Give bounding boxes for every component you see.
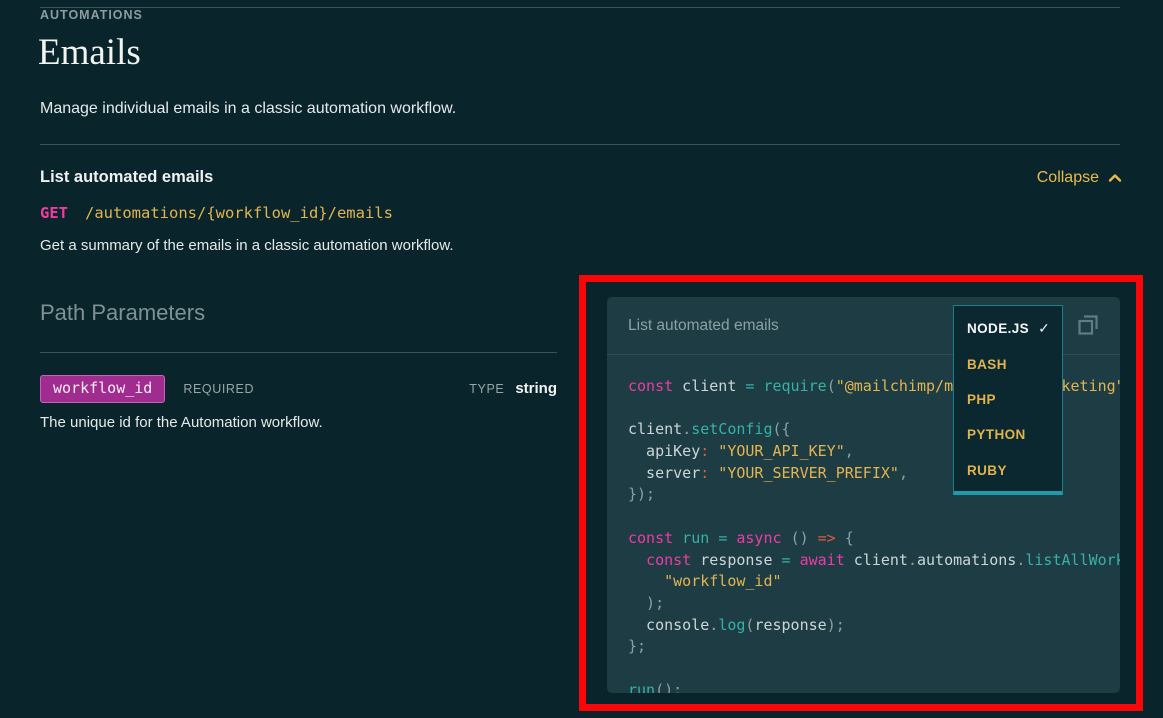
- chevron-up-icon: [1108, 173, 1122, 183]
- collapse-button[interactable]: Collapse: [1037, 169, 1122, 187]
- language-option-bash[interactable]: BASH: [954, 346, 1062, 381]
- type-label: TYPE: [469, 382, 504, 396]
- language-option-nodejs[interactable]: NODE.JS ✓: [954, 311, 1062, 346]
- language-option-ruby[interactable]: RUBY: [954, 453, 1062, 488]
- language-dropdown: NODE.JS ✓ BASH PHP PYTHON RUBY: [953, 305, 1063, 495]
- required-label: REQUIRED: [183, 382, 254, 396]
- collapse-label: Collapse: [1037, 169, 1099, 187]
- path-parameters-heading: Path Parameters: [40, 300, 205, 326]
- parameter-row: workflow_id REQUIRED TYPE string: [40, 373, 557, 404]
- code-line: [628, 506, 1120, 528]
- code-panel-title: List automated emails: [628, 317, 779, 335]
- http-method-badge: GET: [40, 204, 68, 222]
- checkmark-icon: ✓: [1038, 320, 1050, 337]
- page-subtitle: Manage individual emails in a classic au…: [40, 100, 456, 118]
- language-option-label: NODE.JS: [967, 321, 1029, 336]
- endpoint-section-title: List automated emails: [40, 168, 213, 187]
- copy-code-button[interactable]: [1076, 313, 1100, 337]
- language-option-php[interactable]: PHP: [954, 382, 1062, 417]
- code-line: const run = async () => {: [628, 528, 1120, 550]
- code-line: };: [628, 636, 1120, 658]
- breadcrumb-category: AUTOMATIONS: [40, 8, 143, 22]
- endpoint-path: /automations/{workflow_id}/emails: [85, 204, 393, 222]
- code-line: console.log(response);: [628, 615, 1120, 637]
- api-docs-page: AUTOMATIONS Emails Manage individual ema…: [0, 0, 1163, 718]
- language-option-python[interactable]: PYTHON: [954, 417, 1062, 452]
- page-title: Emails: [38, 31, 141, 74]
- section-divider: [40, 144, 1120, 145]
- code-line: "workflow_id": [628, 571, 1120, 593]
- language-option-label: RUBY: [967, 463, 1007, 478]
- endpoint-description: Get a summary of the emails in a classic…: [40, 237, 454, 254]
- parameters-divider: [40, 352, 557, 353]
- type-value: string: [515, 380, 557, 397]
- language-option-label: BASH: [967, 357, 1007, 372]
- language-option-label: PHP: [967, 392, 996, 407]
- endpoint-signature: GET/automations/{workflow_id}/emails: [40, 204, 393, 222]
- parameter-name-badge: workflow_id: [40, 375, 165, 403]
- code-line: );: [628, 593, 1120, 615]
- copy-icon: [1076, 324, 1100, 341]
- code-line: const response = await client.automation…: [628, 550, 1120, 572]
- code-line: [628, 658, 1120, 680]
- language-option-label: PYTHON: [967, 427, 1026, 442]
- code-line: run();: [628, 680, 1120, 693]
- parameter-description: The unique id for the Automation workflo…: [40, 414, 323, 431]
- top-divider: [40, 7, 1120, 8]
